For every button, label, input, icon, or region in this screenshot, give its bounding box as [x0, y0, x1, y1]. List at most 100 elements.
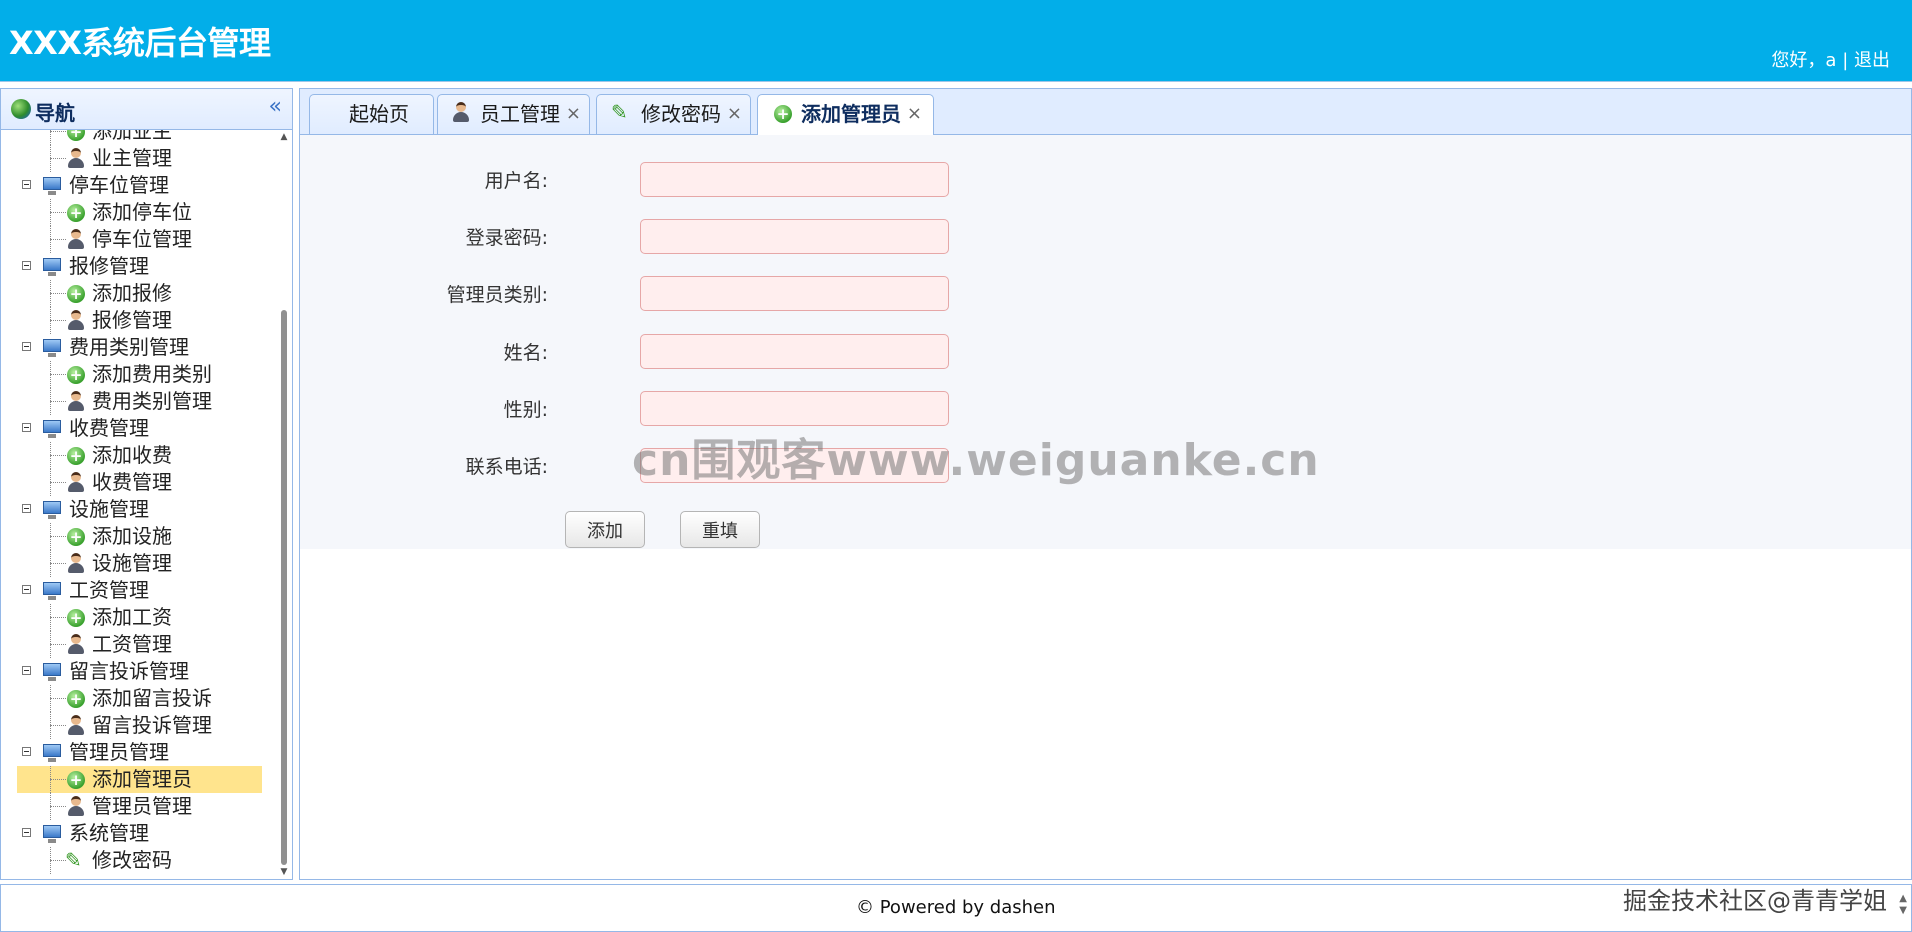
tree-leaf-node[interactable]: 停车位管理: [1, 226, 276, 253]
tree-node-label: 设施管理: [92, 551, 172, 575]
add-icon: +: [67, 609, 85, 627]
tree-leaf-node[interactable]: + 添加业主: [1, 130, 276, 145]
tree-node-label: 收费管理: [69, 416, 149, 440]
nav-tree: + 添加业主 业主管理 停车位管理 + 添加停车位 停车位管理 报修管理 + 添加报修 报修管理 费用…: [1, 130, 276, 874]
tree-node-label: 添加收费: [92, 443, 172, 467]
tree-group-node[interactable]: 设施管理: [1, 496, 276, 523]
tree-connector: [50, 293, 66, 294]
tree-leaf-node[interactable]: + 添加工资: [1, 604, 276, 631]
tree-connector: [50, 239, 66, 240]
tree-leaf-node[interactable]: ✎ 修改密码: [1, 847, 276, 874]
scrollbar-thumb[interactable]: [281, 310, 287, 865]
tree-leaf-node[interactable]: + 添加设施: [1, 523, 276, 550]
sidebar-scrollbar[interactable]: ▲ ▼: [278, 130, 290, 879]
tree-node-label: 添加业主: [92, 130, 172, 143]
tree-group-node[interactable]: 管理员管理: [1, 739, 276, 766]
footer: © Powered by dashen 掘金技术社区@青青学姐 ▲ ▼: [0, 884, 1912, 932]
tree-group-node[interactable]: 工资管理: [1, 577, 276, 604]
tab-home[interactable]: 起始页: [309, 94, 434, 134]
footer-text: © Powered by dashen: [856, 897, 1056, 918]
form-actions: 添加 重填: [300, 511, 1100, 548]
tree-node-label: 费用类别管理: [69, 335, 189, 359]
tab-close-icon[interactable]: ×: [566, 95, 581, 133]
username-input[interactable]: [640, 162, 949, 197]
tab-label: 起始页: [349, 102, 409, 126]
gender-input[interactable]: [640, 391, 949, 426]
tree-leaf-node[interactable]: 收费管理: [1, 469, 276, 496]
tab-close-icon[interactable]: ×: [727, 95, 742, 133]
tree-connector: [50, 401, 66, 402]
collapse-toggle-icon[interactable]: [22, 180, 31, 189]
tree-leaf-node[interactable]: + 添加留言投诉: [1, 685, 276, 712]
tab-add-admin[interactable]: + 添加管理员 ×: [757, 94, 934, 135]
user-icon: [67, 310, 85, 330]
add-button[interactable]: 添加: [565, 511, 645, 548]
tree-group-node[interactable]: 费用类别管理: [1, 334, 276, 361]
user-icon: [67, 391, 85, 411]
tree-leaf-node[interactable]: 费用类别管理: [1, 388, 276, 415]
collapse-toggle-icon[interactable]: [22, 585, 31, 594]
collapse-toggle-icon[interactable]: [22, 828, 31, 837]
tree-leaf-node[interactable]: + 添加收费: [1, 442, 276, 469]
tree-leaf-node[interactable]: 业主管理: [1, 145, 276, 172]
reset-button[interactable]: 重填: [680, 511, 760, 548]
tree-leaf-node[interactable]: 管理员管理: [1, 793, 276, 820]
tree-node-label: 添加工资: [92, 605, 172, 629]
tree-node-label: 添加设施: [92, 524, 172, 548]
tab-change-password[interactable]: ✎ 修改密码 ×: [596, 94, 751, 134]
tree-leaf-node[interactable]: + 添加报修: [1, 280, 276, 307]
collapse-toggle-icon[interactable]: [22, 342, 31, 351]
password-input[interactable]: [640, 219, 949, 254]
tree-group-node[interactable]: 留言投诉管理: [1, 658, 276, 685]
username-label: 用户名:: [484, 170, 548, 192]
computer-icon: [43, 258, 61, 276]
computer-icon: [43, 501, 61, 519]
name-input[interactable]: [640, 334, 949, 369]
tree-leaf-node[interactable]: + 添加费用类别: [1, 361, 276, 388]
tree-connector: [50, 860, 66, 861]
tab-employee-management[interactable]: 员工管理 ×: [437, 94, 590, 134]
tab-close-icon[interactable]: ×: [907, 95, 922, 133]
tree-group-node[interactable]: 报修管理: [1, 253, 276, 280]
add-icon: +: [67, 130, 85, 141]
add-icon: +: [67, 771, 85, 789]
user-icon: [452, 102, 470, 122]
add-icon: +: [67, 366, 85, 384]
gender-row: 性别:: [300, 391, 1100, 427]
add-icon: +: [67, 447, 85, 465]
collapse-toggle-icon[interactable]: [22, 423, 31, 432]
tree-group-node[interactable]: 收费管理: [1, 415, 276, 442]
tree-leaf-node[interactable]: 留言投诉管理: [1, 712, 276, 739]
tree-connector: [50, 130, 51, 145]
logout-link[interactable]: 退出: [1854, 50, 1890, 71]
tree-connector: [50, 617, 66, 618]
tree-group-node[interactable]: 停车位管理: [1, 172, 276, 199]
scroll-down-arrow-icon[interactable]: ▼: [279, 867, 289, 877]
collapse-toggle-icon[interactable]: [22, 261, 31, 270]
top-header: XXX系统后台管理 您好，a | 退出: [0, 0, 1912, 82]
app-title: XXX系统后台管理: [9, 24, 271, 62]
tree-node-label: 添加停车位: [92, 200, 192, 224]
tree-leaf-node[interactable]: + 添加停车位: [1, 199, 276, 226]
tree-node-label: 收费管理: [92, 470, 172, 494]
add-icon: +: [67, 528, 85, 546]
tree-group-node[interactable]: 系统管理: [1, 820, 276, 847]
name-label: 姓名:: [503, 342, 548, 364]
tree-leaf-node[interactable]: 设施管理: [1, 550, 276, 577]
collapse-toggle-icon[interactable]: [22, 747, 31, 756]
tree-node-label: 留言投诉管理: [92, 713, 212, 737]
footer-scroll-arrows-icon[interactable]: ▲ ▼: [1899, 893, 1907, 917]
tree-leaf-node[interactable]: + 添加管理员: [17, 766, 262, 793]
scroll-up-arrow-icon[interactable]: ▲: [279, 132, 289, 142]
tree-connector: [50, 536, 66, 537]
name-row: 姓名:: [300, 334, 1100, 370]
watermark-text: cn围观客www.weiguanke.cn: [632, 435, 1320, 486]
tree-leaf-node[interactable]: 报修管理: [1, 307, 276, 334]
admin-type-input[interactable]: [640, 276, 949, 311]
collapse-sidebar-button[interactable]: «: [269, 94, 282, 119]
globe-icon: [11, 99, 31, 119]
collapse-toggle-icon[interactable]: [22, 666, 31, 675]
tree-leaf-node[interactable]: 工资管理: [1, 631, 276, 658]
tree-connector: [50, 563, 66, 564]
collapse-toggle-icon[interactable]: [22, 504, 31, 513]
